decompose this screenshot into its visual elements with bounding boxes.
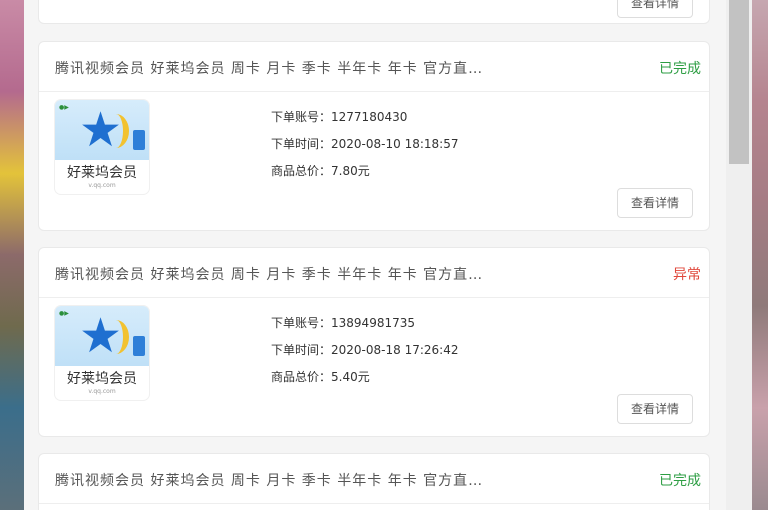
product-title[interactable]: 腾讯视频会员 好莱坞会员 周卡 月卡 季卡 半年卡 年卡 官方直… bbox=[55, 58, 483, 78]
product-image-url: v.qq.com bbox=[88, 182, 116, 189]
order-card: 腾讯视频会员 好莱坞会员 周卡 月卡 季卡 半年卡 年卡 官方直… 异常 ●▶ … bbox=[38, 247, 710, 437]
order-card-header: 腾讯视频会员 好莱坞会员 周卡 月卡 季卡 半年卡 年卡 官方直… 已完成 bbox=[39, 42, 709, 92]
order-account-value: 1277180430 bbox=[331, 110, 408, 124]
order-account: 下单账号：13894981735 bbox=[271, 314, 415, 331]
order-price-label: 商品总价： bbox=[271, 164, 332, 178]
order-list: 查看详情 腾讯视频会员 好莱坞会员 周卡 月卡 季卡 半年卡 年卡 官方直… 已… bbox=[24, 0, 726, 510]
order-card: 腾讯视频会员 好莱坞会员 周卡 月卡 季卡 半年卡 年卡 官方直… 已完成 bbox=[38, 453, 710, 510]
order-status: 已完成 bbox=[659, 473, 701, 489]
order-time-value: 2020-08-18 17:26:42 bbox=[331, 343, 459, 357]
order-status: 已完成 bbox=[659, 61, 701, 77]
order-account-label: 下单账号： bbox=[271, 110, 332, 124]
order-time-label: 下单时间： bbox=[271, 343, 332, 357]
order-time-value: 2020-08-10 18:18:57 bbox=[331, 137, 459, 151]
order-account: 下单账号：1277180430 bbox=[271, 108, 407, 125]
product-image-banner: ●▶ ★ bbox=[55, 306, 149, 366]
product-image[interactable]: ●▶ ★ 好莱坞会员 v.qq.com bbox=[55, 100, 149, 194]
view-details-button[interactable]: 查看详情 bbox=[617, 394, 693, 424]
product-title[interactable]: 腾讯视频会员 好莱坞会员 周卡 月卡 季卡 半年卡 年卡 官方直… bbox=[55, 470, 483, 490]
view-details-button[interactable]: 查看详情 bbox=[617, 0, 693, 18]
moon-icon bbox=[103, 320, 129, 354]
order-status: 异常 bbox=[673, 267, 701, 283]
order-card: 查看详情 bbox=[38, 0, 710, 24]
tencent-video-logo-icon: ●▶ bbox=[59, 310, 69, 317]
product-image-url: v.qq.com bbox=[88, 388, 116, 395]
order-account-label: 下单账号： bbox=[271, 316, 332, 330]
order-account-value: 13894981735 bbox=[331, 316, 415, 330]
order-card-header: 腾讯视频会员 好莱坞会员 周卡 月卡 季卡 半年卡 年卡 官方直… 已完成 bbox=[39, 454, 709, 504]
view-details-button[interactable]: 查看详情 bbox=[617, 188, 693, 218]
product-title[interactable]: 腾讯视频会员 好莱坞会员 周卡 月卡 季卡 半年卡 年卡 官方直… bbox=[55, 264, 483, 284]
tag-icon bbox=[133, 336, 145, 356]
product-image-text: 好莱坞会员 bbox=[67, 165, 137, 181]
tencent-video-logo-icon: ●▶ bbox=[59, 104, 69, 111]
background-left bbox=[0, 0, 24, 510]
order-price: 商品总价：5.40元 bbox=[271, 368, 370, 385]
order-price-value: 7.80元 bbox=[331, 164, 370, 178]
product-image-banner: ●▶ ★ bbox=[55, 100, 149, 160]
moon-icon bbox=[103, 114, 129, 148]
order-time: 下单时间：2020-08-10 18:18:57 bbox=[271, 135, 458, 152]
product-image-text: 好莱坞会员 bbox=[67, 371, 137, 387]
product-image[interactable]: ●▶ ★ 好莱坞会员 v.qq.com bbox=[55, 306, 149, 400]
order-price: 商品总价：7.80元 bbox=[271, 162, 370, 179]
order-price-value: 5.40元 bbox=[331, 370, 370, 384]
order-time: 下单时间：2020-08-18 17:26:42 bbox=[271, 341, 458, 358]
scrollbar-thumb[interactable] bbox=[729, 0, 749, 164]
tag-icon bbox=[133, 130, 145, 150]
order-card: 腾讯视频会员 好莱坞会员 周卡 月卡 季卡 半年卡 年卡 官方直… 已完成 ●▶… bbox=[38, 41, 710, 231]
order-price-label: 商品总价： bbox=[271, 370, 332, 384]
order-card-header: 腾讯视频会员 好莱坞会员 周卡 月卡 季卡 半年卡 年卡 官方直… 异常 bbox=[39, 248, 709, 298]
order-time-label: 下单时间： bbox=[271, 137, 332, 151]
background-right bbox=[752, 0, 768, 510]
